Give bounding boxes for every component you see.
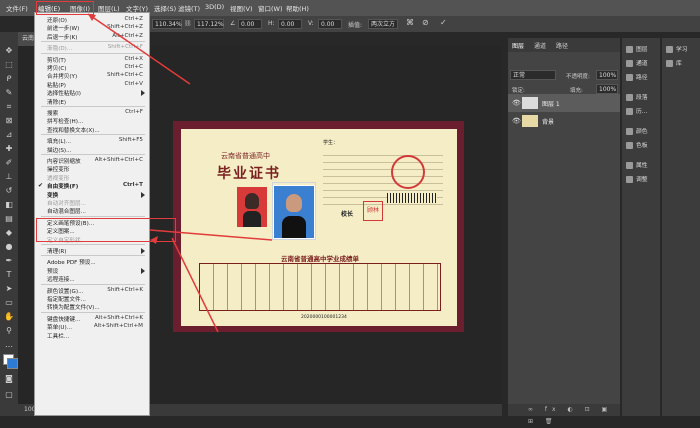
arrow-head-transform (150, 236, 158, 244)
arrow-head-edit (88, 14, 96, 21)
arrow-to-edit-menu (87, 13, 191, 85)
annotation-arrows (87, 13, 273, 333)
arrow-line-top (149, 229, 273, 241)
arrow-to-transform (171, 237, 219, 333)
